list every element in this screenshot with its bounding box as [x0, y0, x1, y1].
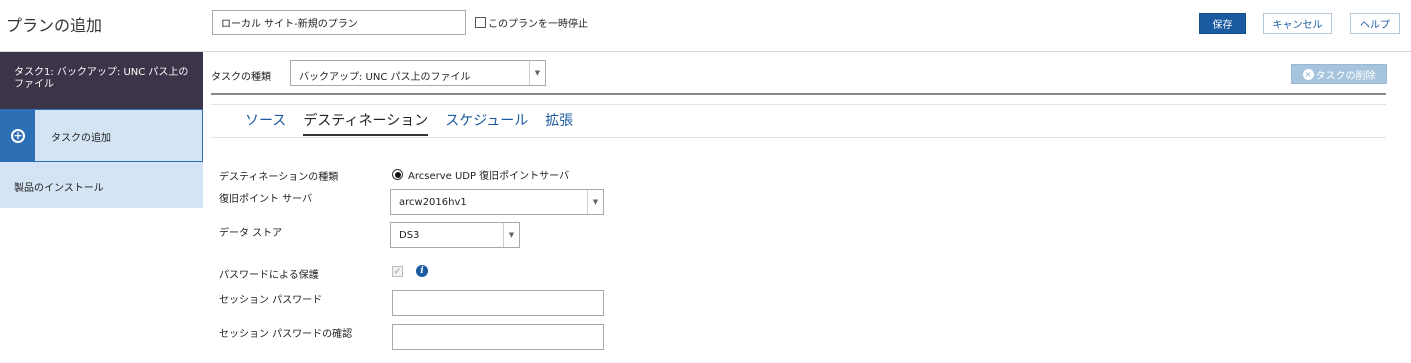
page-title: プランの追加 [6, 16, 103, 35]
task-type-select[interactable]: バックアップ: UNC パス上のファイル ▼ [290, 60, 546, 86]
tabs-bottom-divider [211, 137, 1386, 138]
add-task-icon-box: + [1, 110, 35, 161]
info-icon[interactable]: i [416, 265, 428, 277]
rps-label: 復旧ポイント サーバ [219, 194, 313, 205]
datastore-select[interactable]: DS3 ▼ [390, 222, 520, 248]
task-type-divider [211, 93, 1386, 95]
password-protect-label: パスワードによる保護 [219, 270, 319, 281]
cancel-button[interactable]: キャンセル [1263, 13, 1332, 34]
session-password-confirm-input[interactable] [392, 324, 604, 350]
tab-schedule[interactable]: スケジュール [445, 110, 528, 136]
plus-circle-icon: + [11, 128, 25, 143]
sidebar-task-label: タスク1: バックアップ: UNC パス上の ファイル [14, 67, 189, 90]
destination-type-label: デスティネーションの種類 [219, 172, 339, 183]
help-button[interactable]: ヘルプ [1350, 13, 1400, 34]
task-type-label: タスクの種類 [211, 72, 271, 83]
session-password-label: セッション パスワード [219, 295, 323, 306]
tab-advanced[interactable]: 拡張 [545, 110, 573, 136]
rps-select[interactable]: arcw2016hv1 ▼ [390, 189, 604, 215]
datastore-label: データ ストア [219, 228, 283, 239]
destination-type-radio-rps[interactable]: Arcserve UDP 復旧ポイントサーバ [392, 167, 569, 182]
pause-plan-label: このプランを一時停止 [488, 19, 588, 30]
delete-task-label: タスクの削除 [1315, 70, 1376, 82]
tab-bar: ソース デスティネーション スケジュール 拡張 [245, 110, 590, 136]
task-type-value: バックアップ: UNC パス上のファイル [299, 72, 471, 83]
x-circle-icon: × [1302, 68, 1314, 80]
sidebar: タスク1: バックアップ: UNC パス上の ファイル + タスクの追加 製品の… [0, 52, 203, 363]
plan-name-input[interactable] [212, 10, 466, 35]
add-task-label: タスクの追加 [51, 133, 111, 144]
tab-source[interactable]: ソース [245, 110, 286, 136]
radio-button[interactable] [392, 169, 403, 180]
pause-plan-checkbox[interactable]: このプランを一時停止 [475, 15, 588, 30]
chevron-down-icon[interactable]: ▼ [503, 223, 519, 247]
destination-type-option-label: Arcserve UDP 復旧ポイントサーバ [408, 171, 570, 182]
install-label: 製品のインストール [14, 183, 104, 194]
pause-checkbox-box[interactable] [475, 17, 486, 28]
header: プランの追加 このプランを一時停止 保存 キャンセル ヘルプ [0, 0, 1411, 52]
rps-value: arcw2016hv1 [399, 197, 467, 208]
sidebar-item-install[interactable]: 製品のインストール [0, 162, 203, 208]
delete-task-button[interactable]: × タスクの削除 [1291, 64, 1387, 84]
sidebar-item-task1[interactable]: タスク1: バックアップ: UNC パス上の ファイル [0, 52, 203, 109]
session-password-confirm-label: セッション パスワードの確認 [219, 329, 353, 340]
chevron-down-icon[interactable]: ▼ [587, 190, 603, 214]
radio-selected-dot [394, 171, 401, 178]
save-button[interactable]: 保存 [1199, 13, 1246, 34]
chevron-down-icon[interactable]: ▼ [529, 61, 545, 85]
datastore-value: DS3 [399, 230, 420, 241]
session-password-input[interactable] [392, 290, 604, 316]
password-protect-checkbox[interactable]: ✓ [392, 266, 403, 277]
sidebar-item-add-task[interactable]: + タスクの追加 [0, 109, 203, 162]
tab-destination[interactable]: デスティネーション [303, 110, 429, 136]
tabs-top-divider [211, 104, 1386, 105]
